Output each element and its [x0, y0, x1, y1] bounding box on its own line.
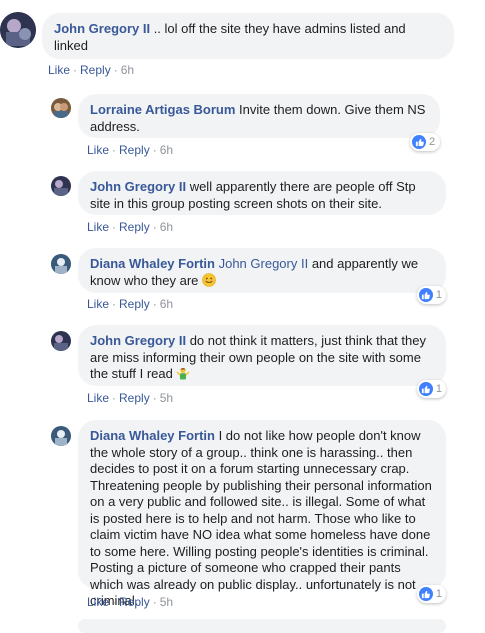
- comment-author[interactable]: Lorraine Artigas Borum: [90, 102, 235, 117]
- comment-actions: Like · Reply · 6h: [87, 143, 173, 157]
- timestamp[interactable]: 5h: [160, 391, 173, 405]
- comment-author[interactable]: John Gregory II: [54, 21, 150, 36]
- comment-actions: Like · Reply · 6h: [87, 220, 173, 234]
- reaction-number: 2: [429, 136, 436, 148]
- comment-text: I do not like how people don't know the …: [90, 428, 432, 608]
- avatar[interactable]: [51, 331, 71, 351]
- comment-author[interactable]: Diana Whaley Fortin: [90, 256, 215, 271]
- comment-bubble: Diana Whaley Fortin I do not like how pe…: [78, 420, 446, 608]
- thumbs-up-icon: [419, 382, 433, 396]
- reaction-number: 1: [435, 289, 442, 301]
- comment-actions: Like · Reply · 5h: [87, 391, 173, 405]
- comment-author[interactable]: Diana Whaley Fortin: [90, 428, 215, 443]
- thumbs-up-icon: [419, 288, 433, 302]
- reaction-count[interactable]: 1: [417, 585, 446, 603]
- thumbs-up-icon: [412, 135, 426, 149]
- like-link[interactable]: Like: [87, 220, 109, 234]
- avatar[interactable]: [51, 176, 71, 196]
- separator: ·: [73, 63, 78, 77]
- reaction-count[interactable]: 2: [410, 133, 440, 151]
- timestamp[interactable]: 6h: [160, 143, 173, 157]
- reply-link[interactable]: Reply: [119, 391, 150, 405]
- reaction-count[interactable]: 1: [417, 380, 446, 398]
- like-link[interactable]: Like: [87, 143, 109, 157]
- separator: ·: [112, 143, 117, 157]
- reply-link[interactable]: Reply: [119, 220, 150, 234]
- separator: ·: [113, 63, 118, 77]
- next-comment-bubble-edge: [78, 619, 446, 633]
- like-link[interactable]: Like: [87, 297, 109, 311]
- separator: ·: [152, 220, 157, 234]
- separator: ·: [152, 143, 157, 157]
- comment-actions: Like · Reply · 6h: [48, 63, 134, 77]
- comment-author[interactable]: John Gregory II: [90, 179, 186, 194]
- comment-bubble: Lorraine Artigas Borum Invite them down.…: [78, 94, 440, 138]
- comment-author[interactable]: John Gregory II: [90, 333, 186, 348]
- avatar[interactable]: [51, 426, 71, 446]
- person-shrugging-icon: [176, 366, 190, 380]
- avatar[interactable]: [51, 98, 71, 118]
- timestamp[interactable]: 6h: [160, 297, 173, 311]
- like-link[interactable]: Like: [48, 63, 70, 77]
- avatar[interactable]: [0, 12, 36, 48]
- comment-bubble: John Gregory II well apparently there ar…: [78, 171, 446, 215]
- reply-link[interactable]: Reply: [119, 143, 150, 157]
- comment-actions: Like · Reply · 5h: [87, 595, 173, 609]
- comment-bubble: John Gregory II .. lol off the site they…: [42, 13, 454, 59]
- separator: ·: [112, 595, 117, 609]
- separator: ·: [152, 391, 157, 405]
- separator: ·: [152, 595, 157, 609]
- timestamp[interactable]: 6h: [160, 220, 173, 234]
- comment-actions: Like · Reply · 6h: [87, 297, 173, 311]
- avatar[interactable]: [51, 254, 71, 274]
- reply-link[interactable]: Reply: [80, 63, 111, 77]
- comment-bubble: Diana Whaley Fortin John Gregory II and …: [78, 248, 446, 293]
- timestamp[interactable]: 5h: [160, 595, 173, 609]
- reply-link[interactable]: Reply: [119, 297, 150, 311]
- reaction-number: 1: [435, 383, 442, 395]
- reaction-number: 1: [435, 588, 442, 600]
- like-link[interactable]: Like: [87, 391, 109, 405]
- separator: ·: [112, 297, 117, 311]
- smiling-face-icon: [202, 272, 216, 287]
- timestamp[interactable]: 6h: [121, 63, 134, 77]
- separator: ·: [112, 220, 117, 234]
- mention-link[interactable]: John Gregory II: [219, 256, 309, 271]
- thumbs-up-icon: [419, 587, 433, 601]
- separator: ·: [152, 297, 157, 311]
- comment-bubble: John Gregory II do not think it matters,…: [78, 325, 446, 386]
- like-link[interactable]: Like: [87, 595, 109, 609]
- reply-link[interactable]: Reply: [119, 595, 150, 609]
- reaction-count[interactable]: 1: [417, 286, 446, 304]
- separator: ·: [112, 391, 117, 405]
